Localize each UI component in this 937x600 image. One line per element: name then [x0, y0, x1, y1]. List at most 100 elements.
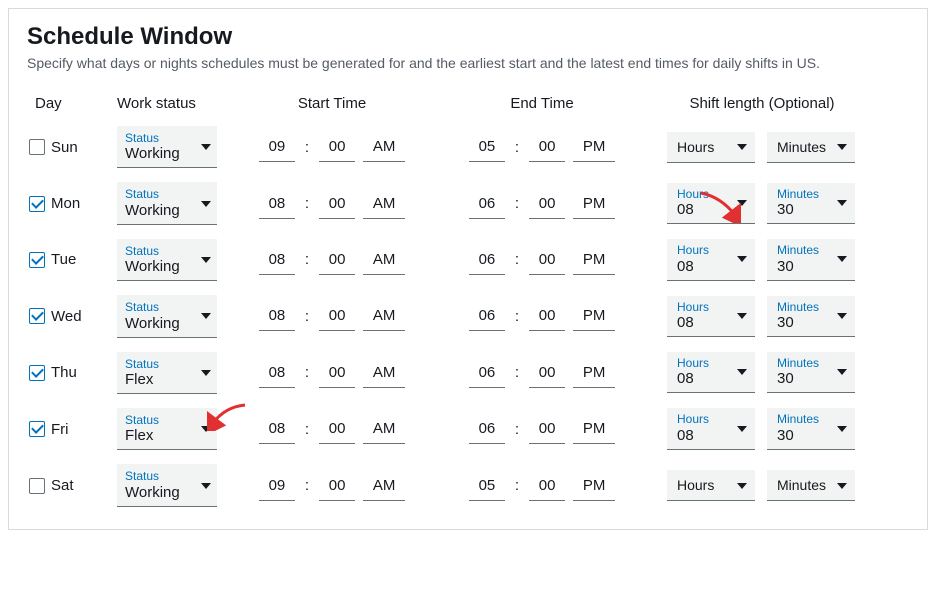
shift-hours-dropdown[interactable]: Hours	[667, 470, 755, 501]
end-ampm-input[interactable]: PM	[573, 301, 615, 331]
end-hour-input[interactable]: 06	[469, 189, 505, 219]
header-end-time: End Time	[437, 95, 647, 112]
end-minute-input[interactable]: 00	[529, 245, 565, 275]
end-time: 06:00PM	[437, 189, 647, 219]
shift-hours-dropdown[interactable]: Hours08	[667, 296, 755, 337]
day-cell: Sat	[27, 477, 117, 494]
end-minute-input[interactable]: 00	[529, 132, 565, 162]
end-time: 05:00PM	[437, 132, 647, 162]
day-checkbox[interactable]	[29, 139, 45, 155]
start-hour-input[interactable]: 08	[259, 245, 295, 275]
end-ampm-input[interactable]: PM	[573, 358, 615, 388]
start-minute-input[interactable]: 00	[319, 132, 355, 162]
day-label: Tue	[51, 251, 76, 268]
start-minute-input[interactable]: 00	[319, 245, 355, 275]
day-cell: Mon	[27, 195, 117, 212]
end-hour-input[interactable]: 06	[469, 358, 505, 388]
day-checkbox[interactable]	[29, 365, 45, 381]
shift-hours-placeholder: Hours	[677, 139, 714, 156]
shift-hours-value: 08	[677, 201, 709, 219]
end-hour-input[interactable]: 06	[469, 245, 505, 275]
work-status-dropdown[interactable]: StatusFlex	[117, 408, 217, 450]
work-status-dropdown[interactable]: StatusWorking	[117, 295, 217, 337]
end-minute-input[interactable]: 00	[529, 414, 565, 444]
time-colon: :	[303, 364, 311, 381]
work-status-dropdown[interactable]: StatusWorking	[117, 182, 217, 224]
end-ampm-input[interactable]: PM	[573, 471, 615, 501]
work-status-dropdown[interactable]: StatusWorking	[117, 464, 217, 506]
shift-minutes-dropdown[interactable]: Minutes30	[767, 296, 855, 337]
work-status-dropdown[interactable]: StatusWorking	[117, 126, 217, 168]
end-ampm-input[interactable]: PM	[573, 189, 615, 219]
time-colon: :	[513, 251, 521, 268]
start-minute-input[interactable]: 00	[319, 189, 355, 219]
shift-hours-label: Hours	[677, 412, 709, 426]
end-hour-input[interactable]: 06	[469, 301, 505, 331]
start-ampm-input[interactable]: AM	[363, 471, 405, 501]
start-minute-input[interactable]: 00	[319, 358, 355, 388]
day-checkbox[interactable]	[29, 478, 45, 494]
chevron-down-icon	[737, 313, 747, 319]
day-cell: Wed	[27, 308, 117, 325]
day-checkbox[interactable]	[29, 308, 45, 324]
shift-length-cell: Hours Minutes	[647, 132, 857, 163]
start-ampm-input[interactable]: AM	[363, 245, 405, 275]
shift-hours-dropdown[interactable]: Hours08	[667, 352, 755, 393]
shift-hours-label: Hours	[677, 187, 709, 201]
start-minute-input[interactable]: 00	[319, 414, 355, 444]
day-label: Fri	[51, 421, 69, 438]
start-hour-input[interactable]: 09	[259, 471, 295, 501]
start-hour-input[interactable]: 09	[259, 132, 295, 162]
shift-hours-dropdown[interactable]: Hours08	[667, 408, 755, 449]
start-ampm-input[interactable]: AM	[363, 189, 405, 219]
start-hour-input[interactable]: 08	[259, 301, 295, 331]
chevron-down-icon	[201, 426, 211, 432]
chevron-down-icon	[201, 201, 211, 207]
end-ampm-input[interactable]: PM	[573, 132, 615, 162]
end-ampm-input[interactable]: PM	[573, 414, 615, 444]
work-status-dropdown[interactable]: StatusFlex	[117, 352, 217, 394]
day-checkbox[interactable]	[29, 421, 45, 437]
shift-minutes-dropdown[interactable]: Minutes30	[767, 408, 855, 449]
column-headers: Day Work status Start Time End Time Shif…	[27, 95, 909, 112]
shift-minutes-dropdown[interactable]: Minutes30	[767, 183, 855, 224]
start-minute-input[interactable]: 00	[319, 301, 355, 331]
shift-minutes-dropdown[interactable]: Minutes	[767, 470, 855, 501]
end-hour-input[interactable]: 06	[469, 414, 505, 444]
end-time: 06:00PM	[437, 301, 647, 331]
start-minute-input[interactable]: 00	[319, 471, 355, 501]
end-ampm-input[interactable]: PM	[573, 245, 615, 275]
start-ampm-input[interactable]: AM	[363, 358, 405, 388]
shift-hours-label: Hours	[677, 356, 709, 370]
shift-hours-value: 08	[677, 314, 709, 332]
status-value: Working	[125, 258, 180, 276]
shift-length-cell: Hours08 Minutes30	[647, 408, 857, 449]
day-checkbox[interactable]	[29, 196, 45, 212]
day-checkbox[interactable]	[29, 252, 45, 268]
end-minute-input[interactable]: 00	[529, 301, 565, 331]
shift-minutes-dropdown[interactable]: Minutes30	[767, 352, 855, 393]
start-time: 09:00AM	[227, 132, 437, 162]
end-hour-input[interactable]: 05	[469, 132, 505, 162]
shift-hours-dropdown[interactable]: Hours	[667, 132, 755, 163]
start-hour-input[interactable]: 08	[259, 414, 295, 444]
end-hour-input[interactable]: 05	[469, 471, 505, 501]
shift-hours-dropdown[interactable]: Hours08	[667, 183, 755, 224]
start-hour-input[interactable]: 08	[259, 189, 295, 219]
start-hour-input[interactable]: 08	[259, 358, 295, 388]
start-ampm-input[interactable]: AM	[363, 301, 405, 331]
work-status-dropdown[interactable]: StatusWorking	[117, 239, 217, 281]
start-ampm-input[interactable]: AM	[363, 132, 405, 162]
end-minute-input[interactable]: 00	[529, 358, 565, 388]
shift-hours-placeholder: Hours	[677, 477, 714, 494]
start-ampm-input[interactable]: AM	[363, 414, 405, 444]
shift-minutes-dropdown[interactable]: Minutes30	[767, 239, 855, 280]
schedule-row: ThuStatusFlex08:00AM06:00PMHours08Minute…	[27, 352, 909, 394]
shift-minutes-dropdown[interactable]: Minutes	[767, 132, 855, 163]
header-start-time: Start Time	[227, 95, 437, 112]
chevron-down-icon	[201, 144, 211, 150]
end-minute-input[interactable]: 00	[529, 189, 565, 219]
day-cell: Tue	[27, 251, 117, 268]
end-minute-input[interactable]: 00	[529, 471, 565, 501]
shift-hours-dropdown[interactable]: Hours08	[667, 239, 755, 280]
